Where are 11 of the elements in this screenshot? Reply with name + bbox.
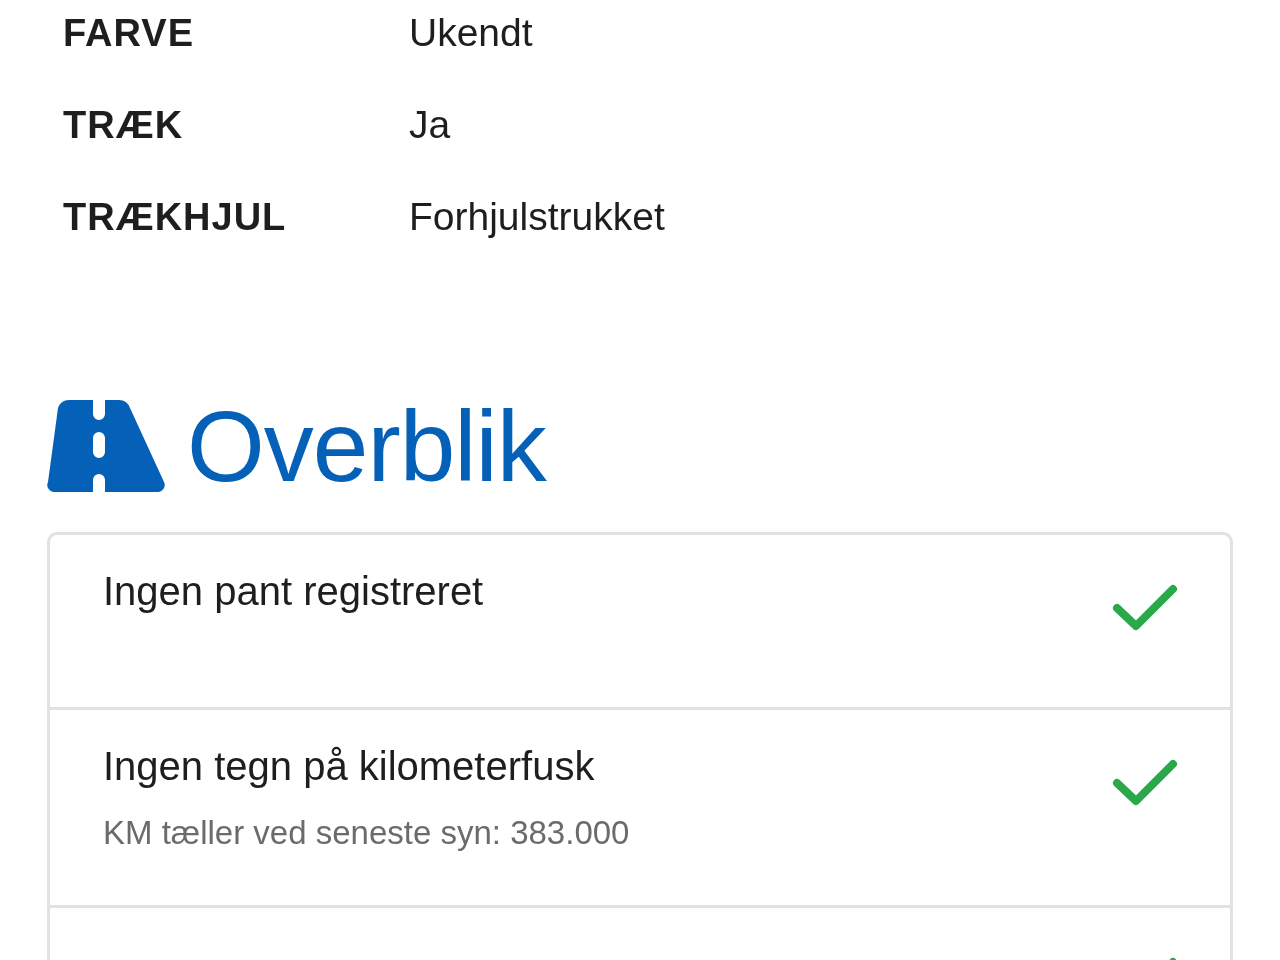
spec-label: TRÆKHJUL bbox=[63, 195, 288, 240]
spec-value: Ukendt bbox=[409, 10, 534, 56]
road-icon bbox=[47, 400, 165, 492]
check-detail: KM tæller ved seneste syn: 383.000 bbox=[103, 814, 630, 852]
spec-label: FARVE bbox=[63, 11, 195, 56]
spec-label: TRÆK bbox=[63, 103, 185, 148]
spec-value: Ja bbox=[409, 102, 452, 148]
section-title: Overblik bbox=[187, 396, 546, 496]
check-title: Ingen pant registreret bbox=[103, 569, 484, 613]
check-title: Ingen tegn på kilometerfusk bbox=[103, 744, 595, 788]
spec-value: Forhjulstrukket bbox=[409, 194, 666, 240]
